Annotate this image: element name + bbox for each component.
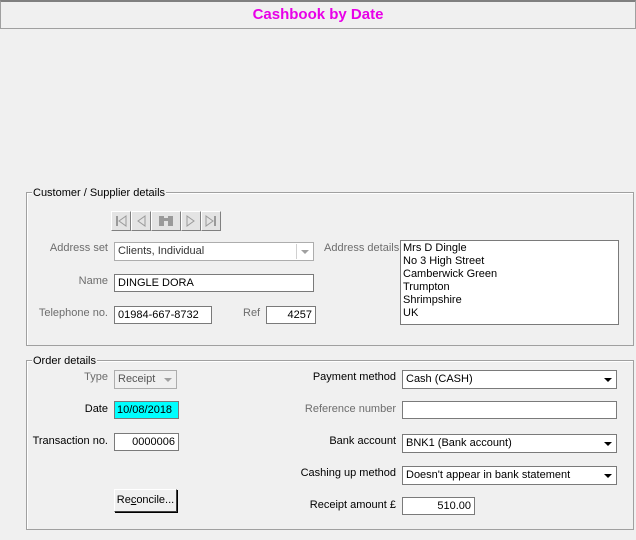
chevron-down-icon — [603, 441, 612, 446]
address-details-box[interactable]: Mrs D Dingle No 3 High Street Camberwick… — [400, 240, 619, 325]
type-dropdown-button[interactable] — [160, 372, 175, 387]
type-value: Receipt — [118, 373, 156, 385]
receipt-amount-label: Receipt amount £ — [309, 499, 396, 511]
chevron-down-icon — [603, 473, 612, 478]
chevron-down-icon — [603, 377, 612, 382]
cashing-up-label: Cashing up method — [300, 467, 396, 479]
payment-method-value: Cash (CASH) — [406, 373, 473, 385]
address-line: Mrs D Dingle — [403, 242, 467, 254]
transaction-field[interactable]: 0000006 — [114, 433, 179, 451]
telephone-label: Telephone no. — [38, 307, 108, 319]
order-details-legend: Order details — [32, 355, 97, 367]
find-binoculars-icon — [159, 216, 173, 226]
address-line: Shrimpshire — [403, 294, 462, 306]
date-field[interactable]: 10/08/2018 — [114, 401, 179, 419]
first-record-button[interactable] — [111, 211, 131, 231]
transaction-label: Transaction no. — [32, 435, 108, 447]
cashing-up-select[interactable]: Doesn't appear in bank statement — [402, 466, 617, 485]
bank-account-select[interactable]: BNK1 (Bank account) — [402, 434, 617, 453]
cashing-up-dropdown-button[interactable] — [600, 468, 615, 483]
next-record-button[interactable] — [181, 211, 201, 231]
address-line: Camberwick Green — [403, 268, 498, 280]
window-title: Cashbook by Date — [252, 6, 384, 23]
payment-method-dropdown-button[interactable] — [600, 372, 615, 387]
receipt-amount-field[interactable]: 510.00 — [402, 497, 475, 515]
cashing-up-value: Doesn't appear in bank statement — [406, 469, 571, 481]
find-button[interactable] — [151, 211, 181, 231]
address-line: UK — [403, 307, 419, 319]
name-label: Name — [78, 275, 108, 287]
next-record-icon — [186, 215, 195, 227]
telephone-field[interactable]: 01984-667-8732 — [114, 306, 212, 324]
first-record-icon — [116, 215, 127, 227]
reconcile-button[interactable]: Reconcile... — [114, 489, 177, 512]
name-field[interactable]: DINGLE DORA — [114, 274, 314, 292]
ref-label: Ref — [243, 307, 261, 319]
date-label: Date — [84, 403, 108, 415]
chevron-down-icon — [300, 249, 309, 254]
address-set-label: Address set — [49, 242, 108, 254]
last-record-button[interactable] — [201, 211, 221, 231]
reference-number-field[interactable] — [402, 401, 617, 419]
address-line: Trumpton — [403, 281, 450, 293]
address-details-label: Address details — [324, 242, 400, 254]
chevron-down-icon — [163, 377, 172, 382]
previous-record-icon — [137, 215, 146, 227]
address-set-value: Clients, Individual — [118, 245, 205, 257]
payment-method-select[interactable]: Cash (CASH) — [402, 370, 617, 389]
address-set-dropdown-button[interactable] — [296, 244, 312, 259]
ref-field[interactable]: 4257 — [266, 306, 316, 324]
previous-record-button[interactable] — [131, 211, 151, 231]
customer-supplier-legend: Customer / Supplier details — [32, 187, 167, 199]
address-set-select[interactable]: Clients, Individual — [114, 242, 314, 261]
bank-account-label: Bank account — [329, 435, 396, 447]
address-line: No 3 High Street — [403, 255, 485, 267]
type-label: Type — [84, 371, 108, 383]
bank-account-dropdown-button[interactable] — [600, 436, 615, 451]
last-record-icon — [205, 215, 216, 227]
bank-account-value: BNK1 (Bank account) — [406, 437, 512, 449]
type-select[interactable]: Receipt — [114, 370, 177, 389]
payment-method-label: Payment method — [312, 371, 396, 383]
reference-number-label: Reference number — [304, 403, 396, 415]
